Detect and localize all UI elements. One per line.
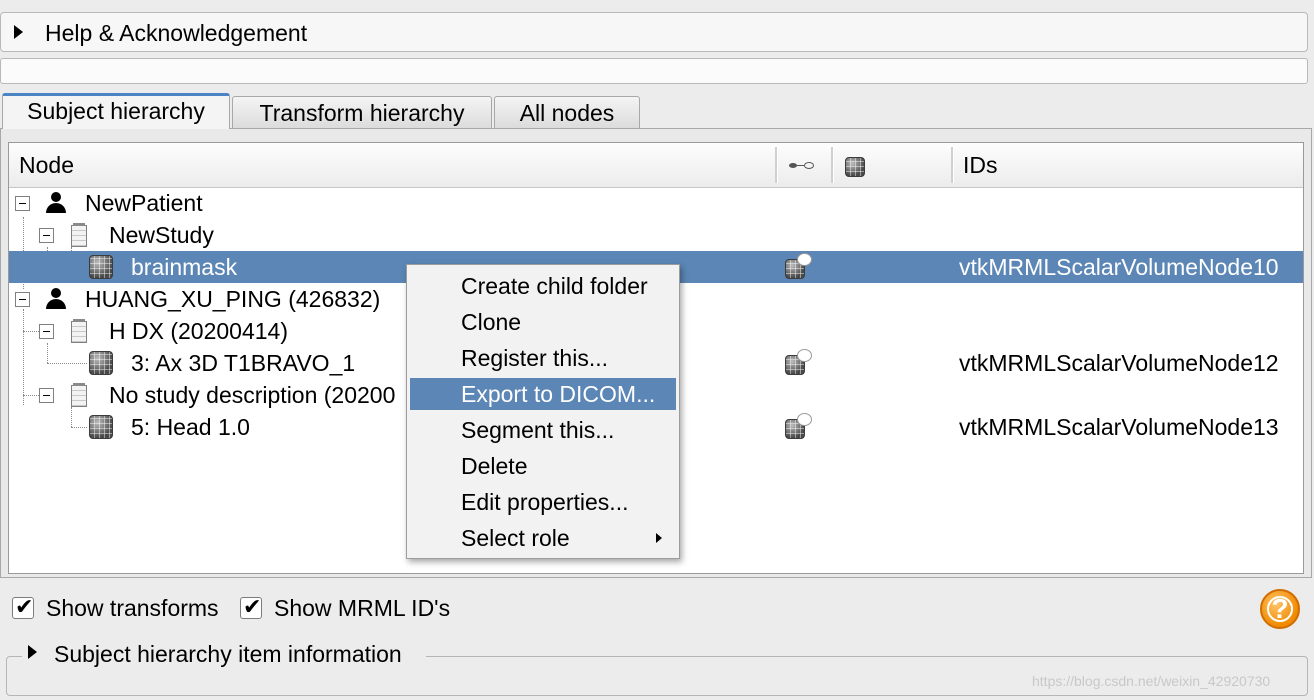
help-acknowledgement-section[interactable]: Help & Acknowledgement bbox=[0, 12, 1308, 52]
volume-visibility-icon[interactable] bbox=[785, 253, 812, 279]
node-id: vtkMRMLScalarVolumeNode10 bbox=[959, 254, 1279, 280]
show-transforms-checkbox[interactable]: ✔ bbox=[12, 594, 34, 619]
study-icon bbox=[71, 319, 87, 343]
column-divider[interactable] bbox=[831, 147, 834, 183]
collapse-toggle-icon[interactable] bbox=[15, 196, 30, 211]
menu-item-clone[interactable]: Clone bbox=[410, 306, 676, 338]
node-name: 5: Head 1.0 bbox=[131, 414, 250, 440]
node-name: NewPatient bbox=[85, 190, 203, 216]
tab-all-nodes[interactable]: All nodes bbox=[494, 96, 640, 128]
empty-panel bbox=[0, 58, 1308, 84]
volume-icon bbox=[89, 255, 113, 279]
node-id: vtkMRMLScalarVolumeNode13 bbox=[959, 414, 1279, 440]
column-divider[interactable] bbox=[775, 147, 778, 183]
tree-row-study[interactable]: NewStudy bbox=[9, 219, 1303, 251]
expand-arrow-icon[interactable] bbox=[14, 25, 23, 39]
tree-header: Node IDs bbox=[9, 143, 1303, 188]
node-name: HUANG_XU_PING (426832) bbox=[85, 286, 381, 312]
patient-icon bbox=[45, 288, 67, 310]
node-id: vtkMRMLScalarVolumeNode12 bbox=[959, 350, 1279, 376]
context-menu: Create child folder Clone Register this.… bbox=[406, 264, 680, 559]
tree-row-patient[interactable]: NewPatient bbox=[9, 187, 1303, 219]
volume-icon bbox=[89, 415, 113, 439]
node-name: 3: Ax 3D T1BRAVO_1 bbox=[131, 350, 356, 376]
menu-item-select-role[interactable]: Select role bbox=[410, 522, 676, 554]
menu-item-edit-properties[interactable]: Edit properties... bbox=[410, 486, 676, 518]
expand-arrow-icon[interactable] bbox=[28, 645, 37, 659]
collapse-toggle-icon[interactable] bbox=[15, 292, 30, 307]
tab-transform-hierarchy[interactable]: Transform hierarchy bbox=[232, 96, 492, 128]
menu-item-register[interactable]: Register this... bbox=[410, 342, 676, 374]
help-button[interactable]: ? bbox=[1260, 589, 1300, 629]
checkmark-icon: ✔ bbox=[15, 594, 34, 619]
patient-icon bbox=[45, 192, 67, 214]
study-icon bbox=[71, 223, 87, 247]
menu-item-delete[interactable]: Delete bbox=[410, 450, 676, 482]
menu-item-segment[interactable]: Segment this... bbox=[410, 414, 676, 446]
node-name: No study description (20200 bbox=[109, 382, 396, 408]
volume-icon bbox=[89, 351, 113, 375]
show-transforms-label[interactable]: Show transforms bbox=[46, 594, 219, 622]
watermark-text: https://blog.csdn.net/weixin_42920730 bbox=[1032, 673, 1271, 689]
volume-visibility-icon[interactable] bbox=[785, 413, 812, 439]
visibility-eye-icon[interactable] bbox=[789, 157, 817, 173]
collapse-toggle-icon[interactable] bbox=[39, 388, 54, 403]
show-mrml-ids-checkbox[interactable]: ✔ bbox=[240, 594, 262, 619]
menu-item-create-child-folder[interactable]: Create child folder bbox=[410, 270, 676, 302]
study-icon bbox=[71, 383, 87, 407]
item-information-label[interactable]: Subject hierarchy item information bbox=[54, 640, 402, 668]
column-header-node[interactable]: Node bbox=[19, 151, 74, 179]
column-header-ids[interactable]: IDs bbox=[963, 151, 998, 179]
checkmark-icon: ✔ bbox=[243, 594, 262, 619]
collapse-toggle-icon[interactable] bbox=[39, 324, 54, 339]
volume-visibility-icon[interactable] bbox=[785, 349, 812, 375]
question-mark-icon: ? bbox=[1271, 593, 1289, 624]
collapse-toggle-icon[interactable] bbox=[39, 228, 54, 243]
node-name: H DX (20200414) bbox=[109, 318, 288, 344]
show-mrml-ids-label[interactable]: Show MRML ID's bbox=[274, 594, 450, 622]
node-name: brainmask bbox=[131, 254, 238, 280]
transform-volume-icon[interactable] bbox=[845, 151, 871, 177]
node-name: NewStudy bbox=[109, 222, 214, 248]
column-divider[interactable] bbox=[951, 147, 954, 183]
tab-subject-hierarchy[interactable]: Subject hierarchy bbox=[2, 93, 230, 129]
submenu-arrow-icon bbox=[656, 533, 662, 543]
menu-item-label: Select role bbox=[461, 525, 570, 551]
menu-item-export-to-dicom[interactable]: Export to DICOM... bbox=[410, 378, 676, 410]
help-acknowledgement-label: Help & Acknowledgement bbox=[45, 20, 308, 46]
